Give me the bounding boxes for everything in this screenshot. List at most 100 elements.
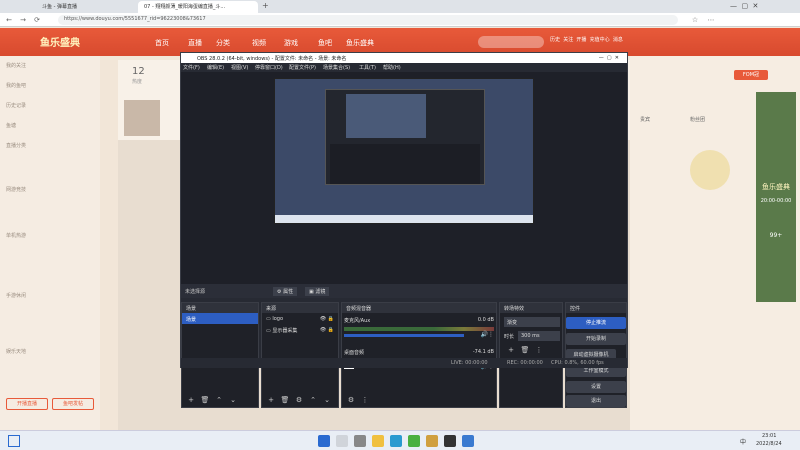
sidebar-item[interactable]: 直播分类 <box>6 142 26 149</box>
nav-video[interactable]: 视频 <box>252 38 266 48</box>
festival-ad[interactable]: 鱼乐盛典 20:00-00:00 99+ <box>756 92 796 302</box>
post-button[interactable]: 鱼吧发帖 <box>52 398 94 410</box>
duration-input[interactable]: 300 ms <box>518 331 560 341</box>
menu-profile[interactable]: 配置文件(P) <box>289 64 316 71</box>
source-item[interactable]: ▭ 显示器采集 👁 🔒 <box>262 324 338 335</box>
trash-icon[interactable]: 🗑 <box>520 345 530 355</box>
speaker-icon[interactable]: 🔊⋮ <box>481 331 494 338</box>
volume-slider[interactable] <box>344 334 464 337</box>
sidebar-item[interactable]: 我的鱼吧 <box>6 82 26 89</box>
trash-icon[interactable]: 🗑 <box>200 395 210 405</box>
scene-item[interactable]: 场景 <box>182 313 258 324</box>
sidebar-item[interactable]: 单机热游 <box>6 232 26 239</box>
url-input[interactable]: https://www.douyu.com/5551677_rid=962230… <box>58 15 678 25</box>
live-status: LIVE: 00:00:00 <box>451 360 488 366</box>
down-icon[interactable]: ⌄ <box>228 395 238 405</box>
nested-docks <box>330 144 480 184</box>
add-icon[interactable]: + <box>186 395 196 405</box>
menu-file[interactable]: 文件(F) <box>183 64 200 71</box>
extensions-icon[interactable]: ⋯ <box>706 15 716 25</box>
search-input[interactable] <box>478 36 544 48</box>
exit-button[interactable]: 退出 <box>566 395 626 407</box>
visibility-icon[interactable]: 👁 🔒 <box>320 316 334 322</box>
sidebar-item[interactable]: 娱乐天地 <box>6 348 26 355</box>
nav-fishbar[interactable]: 鱼吧 <box>318 38 332 48</box>
desktop-icon[interactable] <box>8 435 20 447</box>
transitions-toolbar: + 🗑 ⋮ <box>506 345 548 355</box>
gear-icon[interactable]: ⚙ <box>346 395 356 405</box>
ime-indicator[interactable]: 中 <box>740 437 746 446</box>
site-logo[interactable]: 鱼乐盛典 <box>40 34 80 49</box>
app-icon[interactable] <box>462 435 474 447</box>
app-icon[interactable] <box>426 435 438 447</box>
nav-live[interactable]: 直播 <box>188 38 202 48</box>
properties-button[interactable]: ⚙ 属性 <box>273 287 298 296</box>
more-icon[interactable]: ⋮ <box>360 395 370 405</box>
menu-docks[interactable]: 停靠窗口(D) <box>255 64 283 71</box>
tab-fan-club[interactable]: 粉丝团 <box>690 116 705 123</box>
sidebar-item[interactable]: 我的关注 <box>6 62 26 69</box>
no-source-label: 未选择源 <box>185 289 206 295</box>
obs-window-controls[interactable]: — ▢ ✕ <box>599 55 619 61</box>
obs-icon[interactable] <box>444 435 456 447</box>
refresh-icon[interactable]: ⟳ <box>32 15 42 25</box>
bookmark-icon[interactable]: ☆ <box>690 15 700 25</box>
menu-view[interactable]: 视图(V) <box>231 64 248 71</box>
streamer-avatar[interactable] <box>124 100 160 136</box>
menu-edit[interactable]: 编辑(E) <box>207 64 224 71</box>
start-live-button[interactable]: 开播直播 <box>6 398 48 410</box>
sidebar-item[interactable]: 网游竞技 <box>6 186 26 193</box>
fans-tag[interactable]: FOM冠 <box>734 70 768 80</box>
browser-icon[interactable] <box>390 435 402 447</box>
menu-scene-collection[interactable]: 场景集合(S) <box>323 64 350 71</box>
up-icon[interactable]: ⌃ <box>214 395 224 405</box>
obs-title-bar: OBS 28.0.2 (64-bit, windows) - 配置文件: 未命名… <box>181 53 627 63</box>
transitions-dock: 转场特效 渐变 时长 300 ms + 🗑 ⋮ <box>499 302 563 408</box>
settings-button[interactable]: 设置 <box>566 381 626 393</box>
start-icon[interactable] <box>318 435 330 447</box>
source-item[interactable]: ▭ logo 👁 🔒 <box>262 313 338 324</box>
folder-icon[interactable] <box>372 435 384 447</box>
obs-preview[interactable] <box>181 72 627 284</box>
sidebar-item[interactable]: 手游休闲 <box>6 292 26 299</box>
sources-toolbar: + 🗑 ⚙ ⌃ ⌄ <box>266 395 336 405</box>
nav-home[interactable]: 首页 <box>155 38 169 48</box>
obs-status-bar: LIVE: 00:00:00 REC: 00:00:00 CPU: 0.8%, … <box>181 358 627 368</box>
back-icon[interactable]: ← <box>4 15 14 25</box>
more-icon[interactable]: ⋮ <box>534 345 544 355</box>
down-icon[interactable]: ⌄ <box>322 395 332 405</box>
transition-select[interactable]: 渐变 <box>504 317 560 327</box>
sidebar-item[interactable]: 历史记录 <box>6 102 26 109</box>
browser-tab-active[interactable]: 07 - 翔翔颜薄_暖阳海蛋编直播_斗... <box>138 1 258 13</box>
taskview-icon[interactable] <box>354 435 366 447</box>
tab-vip[interactable]: 贵宾 <box>640 116 650 123</box>
nav-category[interactable]: 分类 <box>216 38 230 48</box>
browser-tab[interactable]: 斗鱼 - 弹幕直播 <box>36 1 136 13</box>
filters-button[interactable]: ▣ 滤镜 <box>305 287 330 296</box>
stop-streaming-button[interactable]: 停止推流 <box>566 317 626 329</box>
add-icon[interactable]: + <box>266 395 276 405</box>
menu-help[interactable]: 帮助(H) <box>383 64 401 71</box>
site-right-icons[interactable]: 历史 关注 开播 充值中心 消息 <box>550 36 623 43</box>
sidebar-item[interactable]: 鱼塘 <box>6 122 16 129</box>
up-icon[interactable]: ⌃ <box>308 395 318 405</box>
room-hot-label: 热度 <box>132 79 143 85</box>
visibility-icon[interactable]: 👁 🔒 <box>320 327 334 333</box>
rec-status: REC: 00:00:00 <box>507 360 543 366</box>
window-controls[interactable]: — ▢ ✕ <box>730 2 758 10</box>
forward-icon[interactable]: → <box>18 15 28 25</box>
channel-db: 0.0 dB <box>477 317 494 323</box>
trash-icon[interactable]: 🗑 <box>280 395 290 405</box>
gear-icon[interactable]: ⚙ <box>294 395 304 405</box>
gift-illustration <box>690 150 730 190</box>
new-tab-button[interactable]: + <box>262 1 269 10</box>
clock-time[interactable]: 23:01 <box>762 433 776 439</box>
add-icon[interactable]: + <box>506 345 516 355</box>
nav-festival[interactable]: 鱼乐盛典 <box>346 38 374 48</box>
windows-taskbar: 中 23:01 2022/8/24 <box>0 430 800 450</box>
app-icon[interactable] <box>408 435 420 447</box>
nav-games[interactable]: 游戏 <box>284 38 298 48</box>
search-icon[interactable] <box>336 435 348 447</box>
start-recording-button[interactable]: 开始录制 <box>566 333 626 345</box>
menu-tools[interactable]: 工具(T) <box>359 64 376 71</box>
